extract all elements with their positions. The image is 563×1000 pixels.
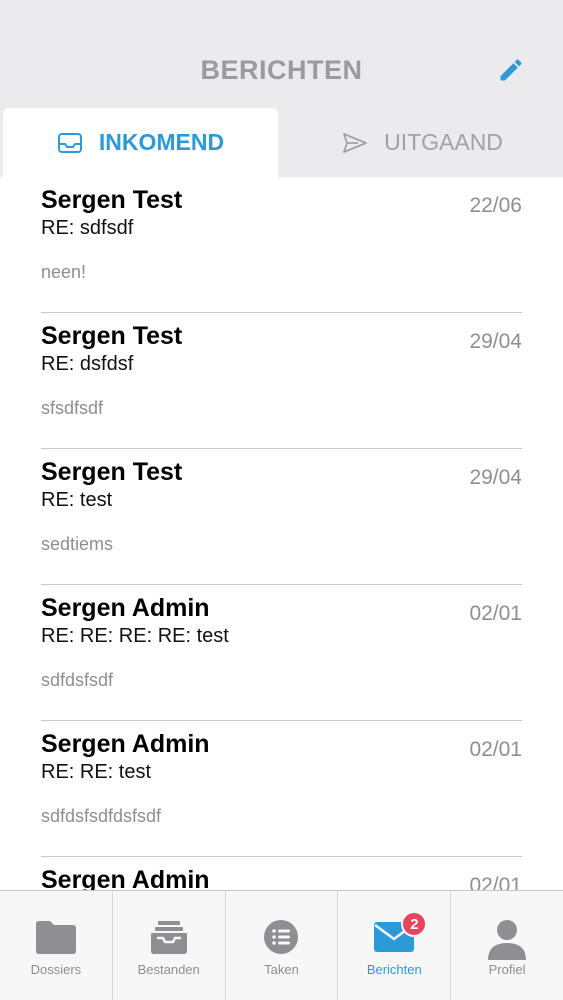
message-sender: Sergen Test [41, 186, 183, 214]
tabbar-item-profiel[interactable]: Profiel [451, 891, 563, 1000]
message-item[interactable]: Sergen Test RE: test sedtiems 29/04 [41, 449, 522, 585]
tabbar-item-dossiers[interactable]: Dossiers [0, 891, 113, 1000]
message-preview: sdfdsfsdf [41, 670, 114, 690]
message-date: 02/01 [469, 738, 522, 761]
message-item[interactable]: Sergen Admin RE: RE: test sdfdsfsdfdsfsd… [41, 721, 522, 857]
tabbar-item-taken[interactable]: Taken [226, 891, 339, 1000]
message-subject: RE: test [41, 489, 113, 511]
message-sender: Sergen Admin [41, 730, 210, 758]
message-item[interactable]: Sergen Test RE: dsfdsf sfsdfsdf 29/04 [41, 313, 522, 449]
message-subject: RE: RE: RE: RE: test [41, 625, 229, 647]
tab-uitgaand[interactable]: UITGAAND [285, 108, 560, 177]
unread-badge: 2 [401, 911, 428, 937]
tray-icon [147, 919, 191, 959]
message-item[interactable]: Sergen Admin RE: RE: RE: RE: test sdfdsf… [41, 585, 522, 721]
folder-icon [34, 919, 78, 959]
message-subject: RE: sdfsdf [41, 217, 134, 239]
message-date: 02/01 [469, 874, 522, 890]
message-date: 29/04 [469, 330, 522, 353]
pencil-icon[interactable] [497, 56, 525, 84]
header: BERICHTEN INKOMEND UITGAAND [0, 0, 563, 177]
tabbar-label: Profiel [488, 962, 526, 977]
tabbar-label: Taken [264, 962, 299, 977]
message-subject: RE: dsfdsf [41, 353, 134, 375]
person-icon [485, 919, 529, 960]
tabbar-item-bestanden[interactable]: Bestanden [113, 891, 226, 1000]
message-tabs: INKOMEND UITGAAND [0, 108, 563, 177]
message-list: Sergen Test RE: sdfsdf neen! 22/06 Serge… [0, 177, 563, 890]
message-date: 29/04 [469, 466, 522, 489]
message-preview: sfsdfsdf [41, 398, 104, 418]
message-item[interactable]: Sergen Test RE: sdfsdf neen! 22/06 [41, 177, 522, 313]
tab-label: INKOMEND [98, 129, 225, 155]
message-sender: Sergen Test [41, 322, 183, 350]
tabbar-label: Bestanden [137, 962, 200, 977]
message-subject: RE: RE: test [41, 761, 152, 783]
list-icon [259, 919, 303, 959]
message-sender: Sergen Admin [41, 594, 210, 622]
message-item[interactable]: Sergen Admin 02/01 [41, 857, 522, 890]
message-preview: sdfdsfsdfdsfsdf [41, 806, 162, 826]
send-icon [342, 132, 368, 154]
bottom-tab-bar: Dossiers Bestanden Taken 2 Berichten Pro… [0, 890, 563, 1000]
message-preview: neen! [41, 262, 87, 282]
message-date: 02/01 [469, 602, 522, 625]
tabbar-item-berichten[interactable]: 2 Berichten [338, 891, 452, 1000]
message-sender: Sergen Test [41, 458, 183, 486]
tab-label: UITGAAND [384, 129, 503, 155]
message-sender: Sergen Admin [41, 866, 210, 890]
message-date: 22/06 [469, 194, 522, 217]
message-preview: sedtiems [41, 534, 114, 554]
inbox-icon [57, 132, 83, 154]
tabbar-label: Berichten [366, 962, 422, 977]
tabbar-label: Dossiers [30, 962, 82, 977]
tab-inkomend[interactable]: INKOMEND [3, 108, 278, 177]
page-title: BERICHTEN [200, 55, 363, 85]
